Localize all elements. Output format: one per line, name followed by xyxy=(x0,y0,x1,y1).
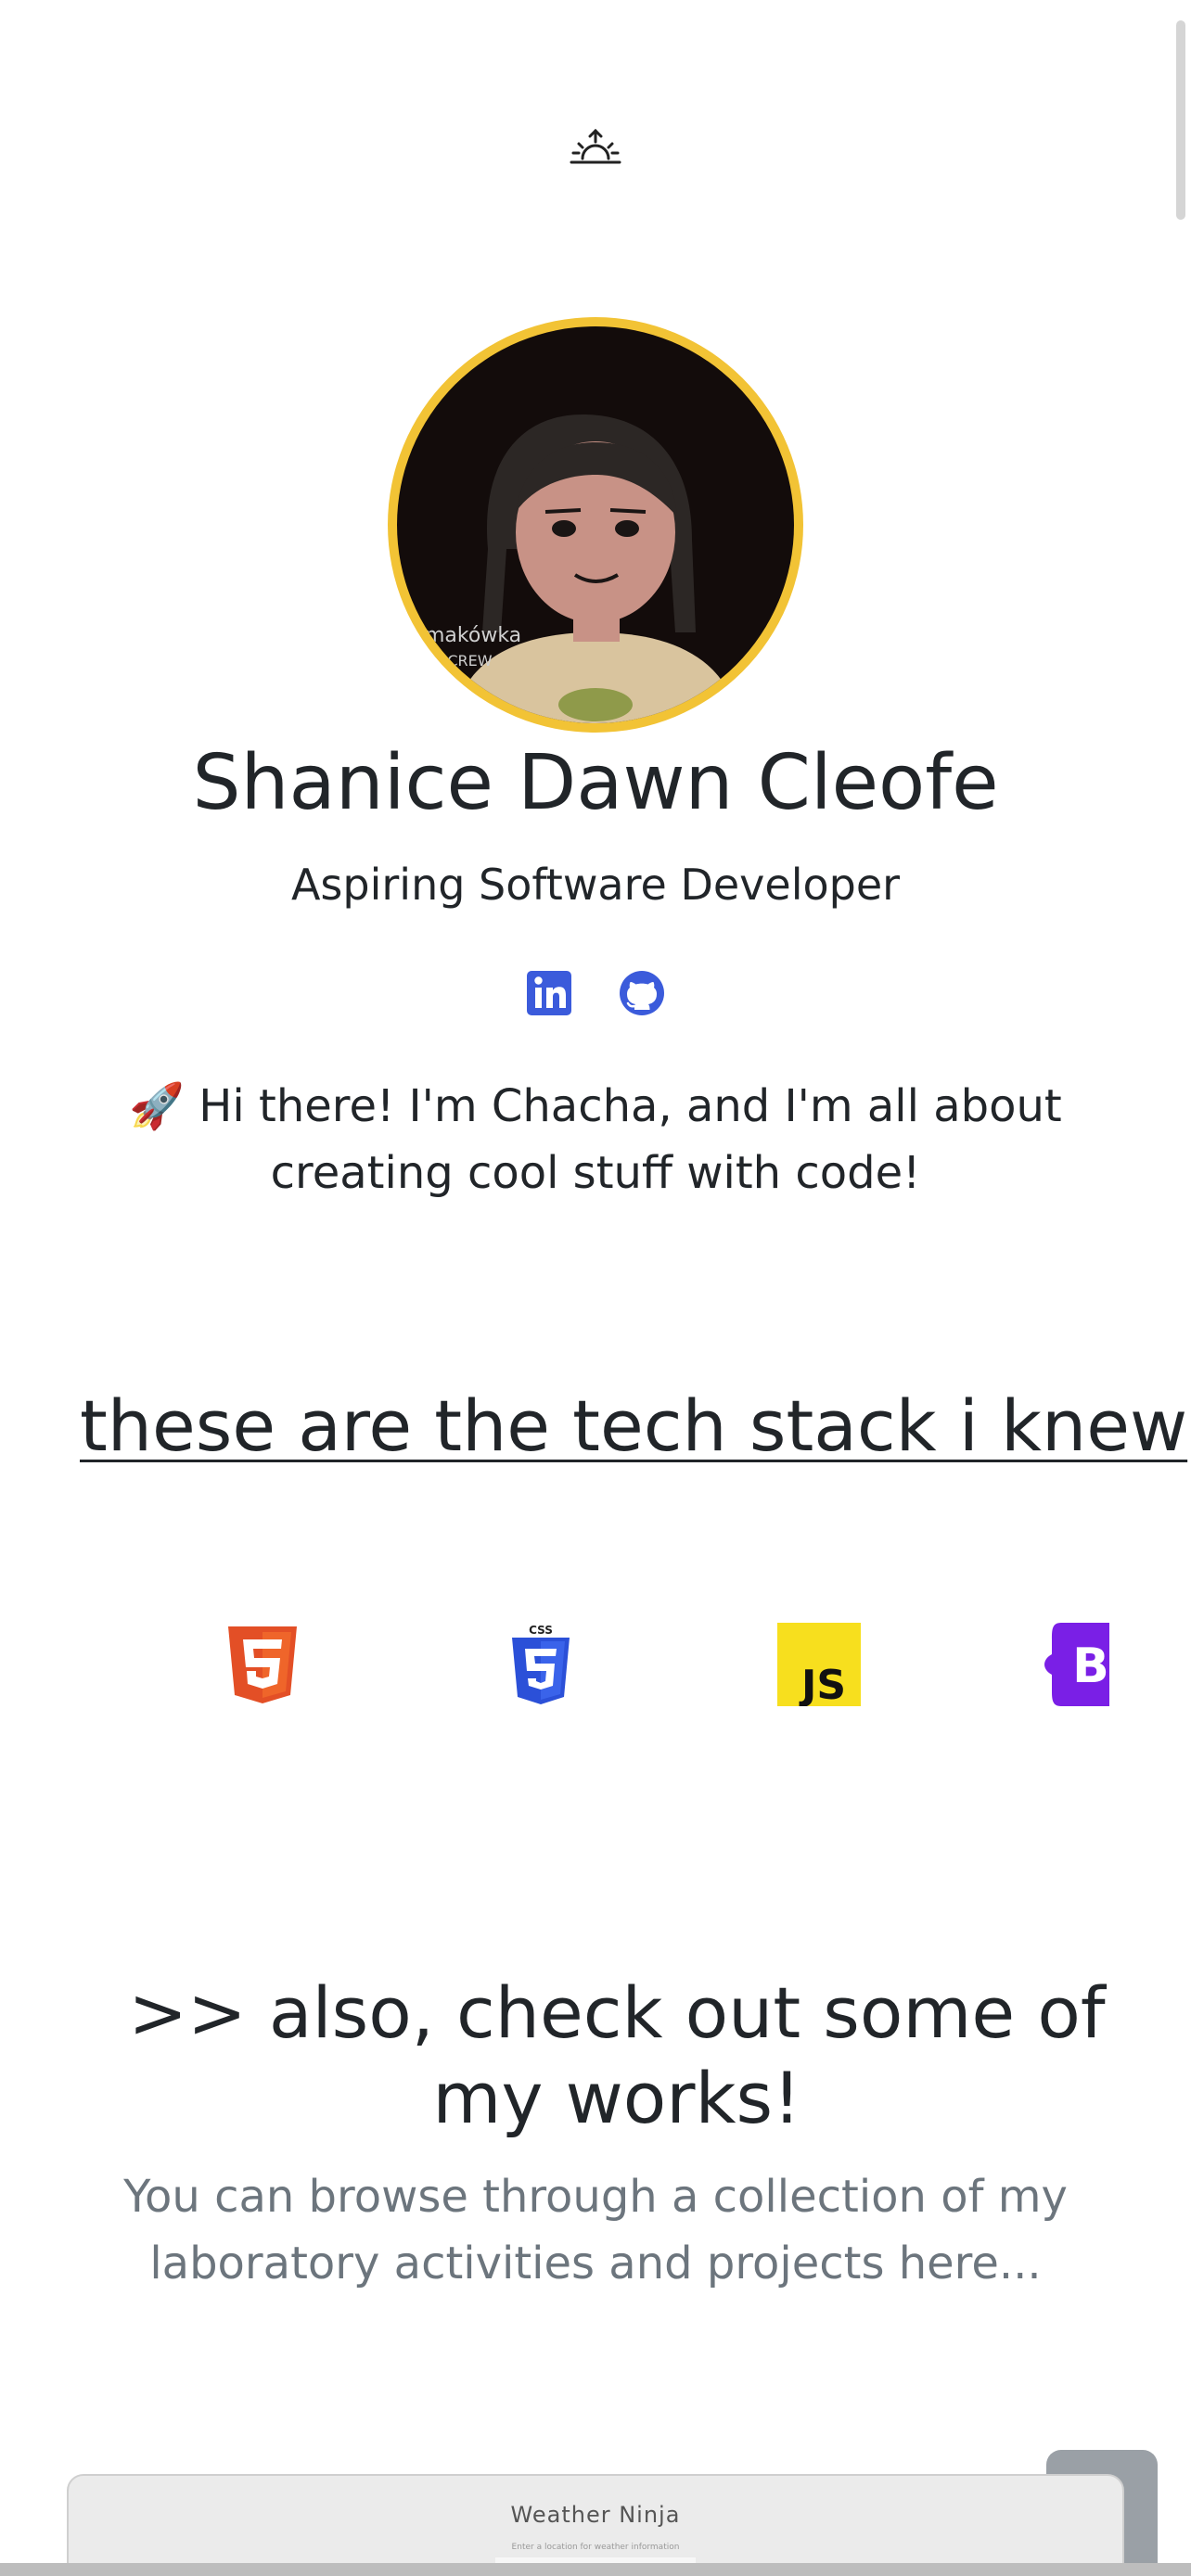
javascript-icon: JS xyxy=(777,1623,861,1709)
scrollbar[interactable] xyxy=(1176,20,1185,220)
html5-icon xyxy=(221,1623,304,1706)
project-hint: Enter a location for weather information xyxy=(511,2543,680,2552)
css3-icon: CSS xyxy=(499,1623,583,1706)
svg-text:B: B xyxy=(1072,1639,1109,1694)
github-icon[interactable] xyxy=(618,969,666,1017)
works-description: You can browse through a collection of m… xyxy=(123,2171,1068,2289)
profile-name: Shanice Dawn Cleofe xyxy=(192,739,999,827)
profile-subtitle: Aspiring Software Developer xyxy=(290,860,901,910)
svg-text:CSS: CSS xyxy=(529,1624,553,1637)
tech-stack-title: these are the tech stack i knew xyxy=(80,1384,1188,1467)
avatar: makówka PICREW xyxy=(388,317,803,733)
bootstrap-icon: B xyxy=(1044,1623,1109,1706)
project-card-weather-ninja[interactable]: Weather Ninja Enter a location for weath… xyxy=(67,2474,1124,2576)
project-title: Weather Ninja xyxy=(510,2502,681,2528)
bottom-scrollbar xyxy=(0,2563,1191,2576)
svg-text:JS: JS xyxy=(799,1662,846,1706)
works-title: >> also, check out some of my works! xyxy=(128,1971,1106,2139)
intro-text: 🚀 Hi there! I'm Chacha, and I'm all abou… xyxy=(129,1080,1062,1199)
avatar-image: makówka PICREW xyxy=(397,326,794,723)
svg-text:PICREW: PICREW xyxy=(434,652,493,670)
linkedin-icon[interactable] xyxy=(525,969,573,1017)
svg-text:makówka: makówka xyxy=(425,624,521,647)
sunrise-icon[interactable] xyxy=(568,125,623,172)
portfolio-page: makówka PICREW Shanice Dawn Cleofe Aspir… xyxy=(0,0,1191,2576)
